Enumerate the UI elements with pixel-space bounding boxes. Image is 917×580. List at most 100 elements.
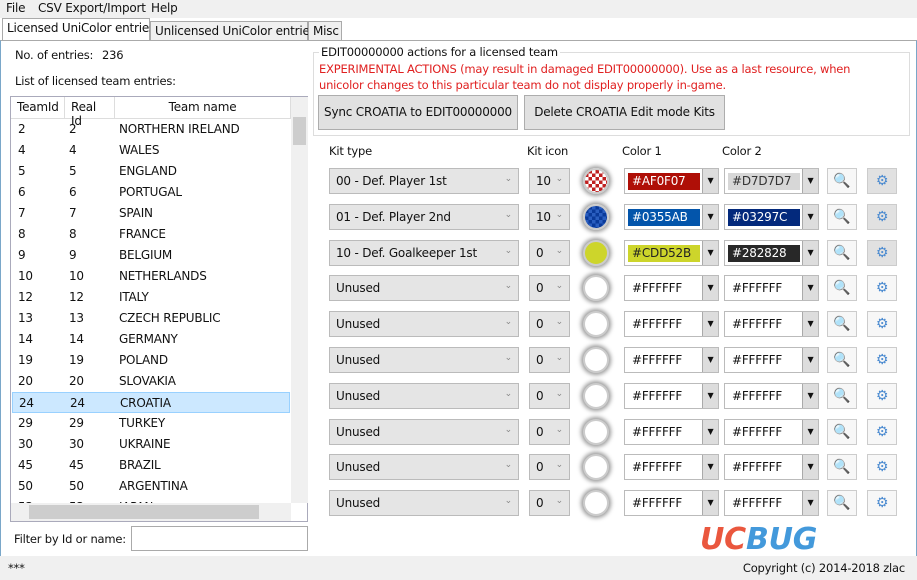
kit-icon-select[interactable]: 0 ⌄ (529, 490, 570, 517)
scroll-thumb[interactable] (293, 117, 306, 145)
tab-misc[interactable]: Misc (308, 21, 342, 41)
kit-icon-select[interactable]: 0 ⌄ (529, 275, 570, 302)
gear-icon[interactable]: ⚙ (867, 382, 897, 409)
gear-icon[interactable]: ⚙ (867, 347, 897, 373)
table-row[interactable]: 9 9 BELGIUM (12, 245, 290, 266)
kit-type-select[interactable]: Unused ⌄ (329, 382, 519, 409)
menu-csv[interactable]: CSV Export/Import (38, 1, 146, 15)
table-row[interactable]: 12 12 ITALY (12, 287, 290, 308)
kit-type-select[interactable]: 00 - Def. Player 1st ⌄ (329, 168, 519, 194)
table-row[interactable]: 10 10 NETHERLANDS (12, 266, 290, 287)
color1-picker[interactable]: #FFFFFF ▼ (624, 418, 719, 445)
color2-picker[interactable]: #FFFFFF ▼ (724, 382, 819, 409)
color1-picker[interactable]: #FFFFFF ▼ (624, 311, 719, 338)
kit-icon-select[interactable]: 10 ⌄ (529, 203, 570, 230)
search-icon[interactable]: 🔍 (827, 203, 857, 230)
color1-picker[interactable]: #AF0F07 ▼ (624, 168, 719, 194)
dropdown-arrow-icon[interactable]: ▼ (802, 312, 818, 337)
filter-input[interactable] (131, 526, 308, 551)
color1-picker[interactable]: #CDD52B ▼ (624, 239, 719, 266)
table-row[interactable]: 5 5 ENGLAND (12, 161, 290, 182)
horizontal-scrollbar[interactable] (11, 503, 291, 521)
color1-picker[interactable]: #FFFFFF ▼ (624, 382, 719, 409)
kit-icon-select[interactable]: 0 ⌄ (529, 454, 570, 481)
dropdown-arrow-icon[interactable]: ▼ (702, 348, 718, 372)
gear-icon[interactable]: ⚙ (867, 454, 897, 481)
kit-icon-select[interactable]: 10 ⌄ (529, 168, 570, 194)
table-row[interactable]: 4 4 WALES (12, 140, 290, 161)
kit-type-select[interactable]: Unused ⌄ (329, 311, 519, 338)
vertical-scrollbar[interactable] (291, 97, 308, 503)
gear-icon[interactable]: ⚙ (867, 239, 897, 266)
kit-icon-select[interactable]: 0 ⌄ (529, 311, 570, 338)
color2-picker[interactable]: #03297C ▼ (724, 203, 819, 230)
color2-picker[interactable]: #FFFFFF ▼ (724, 418, 819, 445)
tab-unlicensed[interactable]: Unlicensed UniColor entries (150, 21, 316, 41)
dropdown-arrow-icon[interactable]: ▼ (702, 455, 718, 480)
dropdown-arrow-icon[interactable]: ▼ (702, 169, 718, 193)
color1-picker[interactable]: #0355AB ▼ (624, 203, 719, 230)
hscroll-thumb[interactable] (29, 505, 259, 519)
dropdown-arrow-icon[interactable]: ▼ (702, 419, 718, 444)
gear-icon[interactable]: ⚙ (867, 418, 897, 445)
color1-picker[interactable]: #FFFFFF ▼ (624, 490, 719, 517)
color2-picker[interactable]: #FFFFFF ▼ (724, 275, 819, 302)
table-row[interactable]: 50 50 ARGENTINA (12, 476, 290, 497)
kit-type-select[interactable]: Unused ⌄ (329, 454, 519, 481)
table-row[interactable]: 8 8 FRANCE (12, 224, 290, 245)
kit-icon-select[interactable]: 0 ⌄ (529, 382, 570, 409)
color2-picker[interactable]: #D7D7D7 ▼ (724, 168, 819, 194)
search-icon[interactable]: 🔍 (827, 382, 857, 409)
gear-icon[interactable]: ⚙ (867, 168, 897, 194)
color2-picker[interactable]: #FFFFFF ▼ (724, 490, 819, 517)
kit-icon-select[interactable]: 0 ⌄ (529, 418, 570, 445)
table-row[interactable]: 30 30 UKRAINE (12, 434, 290, 455)
dropdown-arrow-icon[interactable]: ▼ (802, 169, 818, 193)
search-icon[interactable]: 🔍 (827, 239, 857, 266)
dropdown-arrow-icon[interactable]: ▼ (802, 491, 818, 516)
table-row[interactable]: 24 24 CROATIA (12, 392, 290, 413)
gear-icon[interactable]: ⚙ (867, 275, 897, 302)
dropdown-arrow-icon[interactable]: ▼ (702, 312, 718, 337)
kit-type-select[interactable]: Unused ⌄ (329, 418, 519, 445)
dropdown-arrow-icon[interactable]: ▼ (702, 491, 718, 516)
table-row[interactable]: 20 20 SLOVAKIA (12, 371, 290, 392)
search-icon[interactable]: 🔍 (827, 168, 857, 194)
table-row[interactable]: 19 19 POLAND (12, 350, 290, 371)
dropdown-arrow-icon[interactable]: ▼ (802, 383, 818, 408)
color1-picker[interactable]: #FFFFFF ▼ (624, 454, 719, 481)
sync-button[interactable]: Sync CROATIA to EDIT00000000 (318, 95, 518, 130)
dropdown-arrow-icon[interactable]: ▼ (802, 276, 818, 301)
dropdown-arrow-icon[interactable]: ▼ (802, 419, 818, 444)
dropdown-arrow-icon[interactable]: ▼ (802, 348, 818, 372)
delete-kits-button[interactable]: Delete CROATIA Edit mode Kits (524, 95, 725, 130)
dropdown-arrow-icon[interactable]: ▼ (702, 276, 718, 301)
color1-picker[interactable]: #FFFFFF ▼ (624, 275, 719, 302)
menu-help[interactable]: Help (151, 1, 178, 15)
table-row[interactable]: 13 13 CZECH REPUBLIC (12, 308, 290, 329)
dropdown-arrow-icon[interactable]: ▼ (802, 240, 818, 265)
search-icon[interactable]: 🔍 (827, 490, 857, 517)
kit-type-select[interactable]: 01 - Def. Player 2nd ⌄ (329, 203, 519, 230)
gear-icon[interactable]: ⚙ (867, 203, 897, 230)
column-teamname[interactable]: Team name (115, 97, 291, 119)
kit-icon-select[interactable]: 0 ⌄ (529, 239, 570, 266)
kit-type-select[interactable]: Unused ⌄ (329, 490, 519, 517)
kit-icon-select[interactable]: 0 ⌄ (529, 347, 570, 373)
color2-picker[interactable]: #282828 ▼ (724, 239, 819, 266)
tab-licensed[interactable]: Licensed UniColor entries (2, 18, 155, 41)
color2-picker[interactable]: #FFFFFF ▼ (724, 454, 819, 481)
team-list[interactable]: TeamId Real Id Team name 2 2 NORTHERN IREL… (10, 96, 308, 522)
dropdown-arrow-icon[interactable]: ▼ (802, 204, 818, 229)
search-icon[interactable]: 🔍 (827, 275, 857, 302)
table-row[interactable]: 45 45 BRAZIL (12, 455, 290, 476)
table-row[interactable]: 6 6 PORTUGAL (12, 182, 290, 203)
gear-icon[interactable]: ⚙ (867, 311, 897, 338)
color2-picker[interactable]: #FFFFFF ▼ (724, 347, 819, 373)
search-icon[interactable]: 🔍 (827, 418, 857, 445)
dropdown-arrow-icon[interactable]: ▼ (702, 204, 718, 229)
dropdown-arrow-icon[interactable]: ▼ (702, 383, 718, 408)
dropdown-arrow-icon[interactable]: ▼ (802, 455, 818, 480)
column-realid[interactable]: Real Id (65, 97, 115, 128)
kit-type-select[interactable]: Unused ⌄ (329, 347, 519, 373)
